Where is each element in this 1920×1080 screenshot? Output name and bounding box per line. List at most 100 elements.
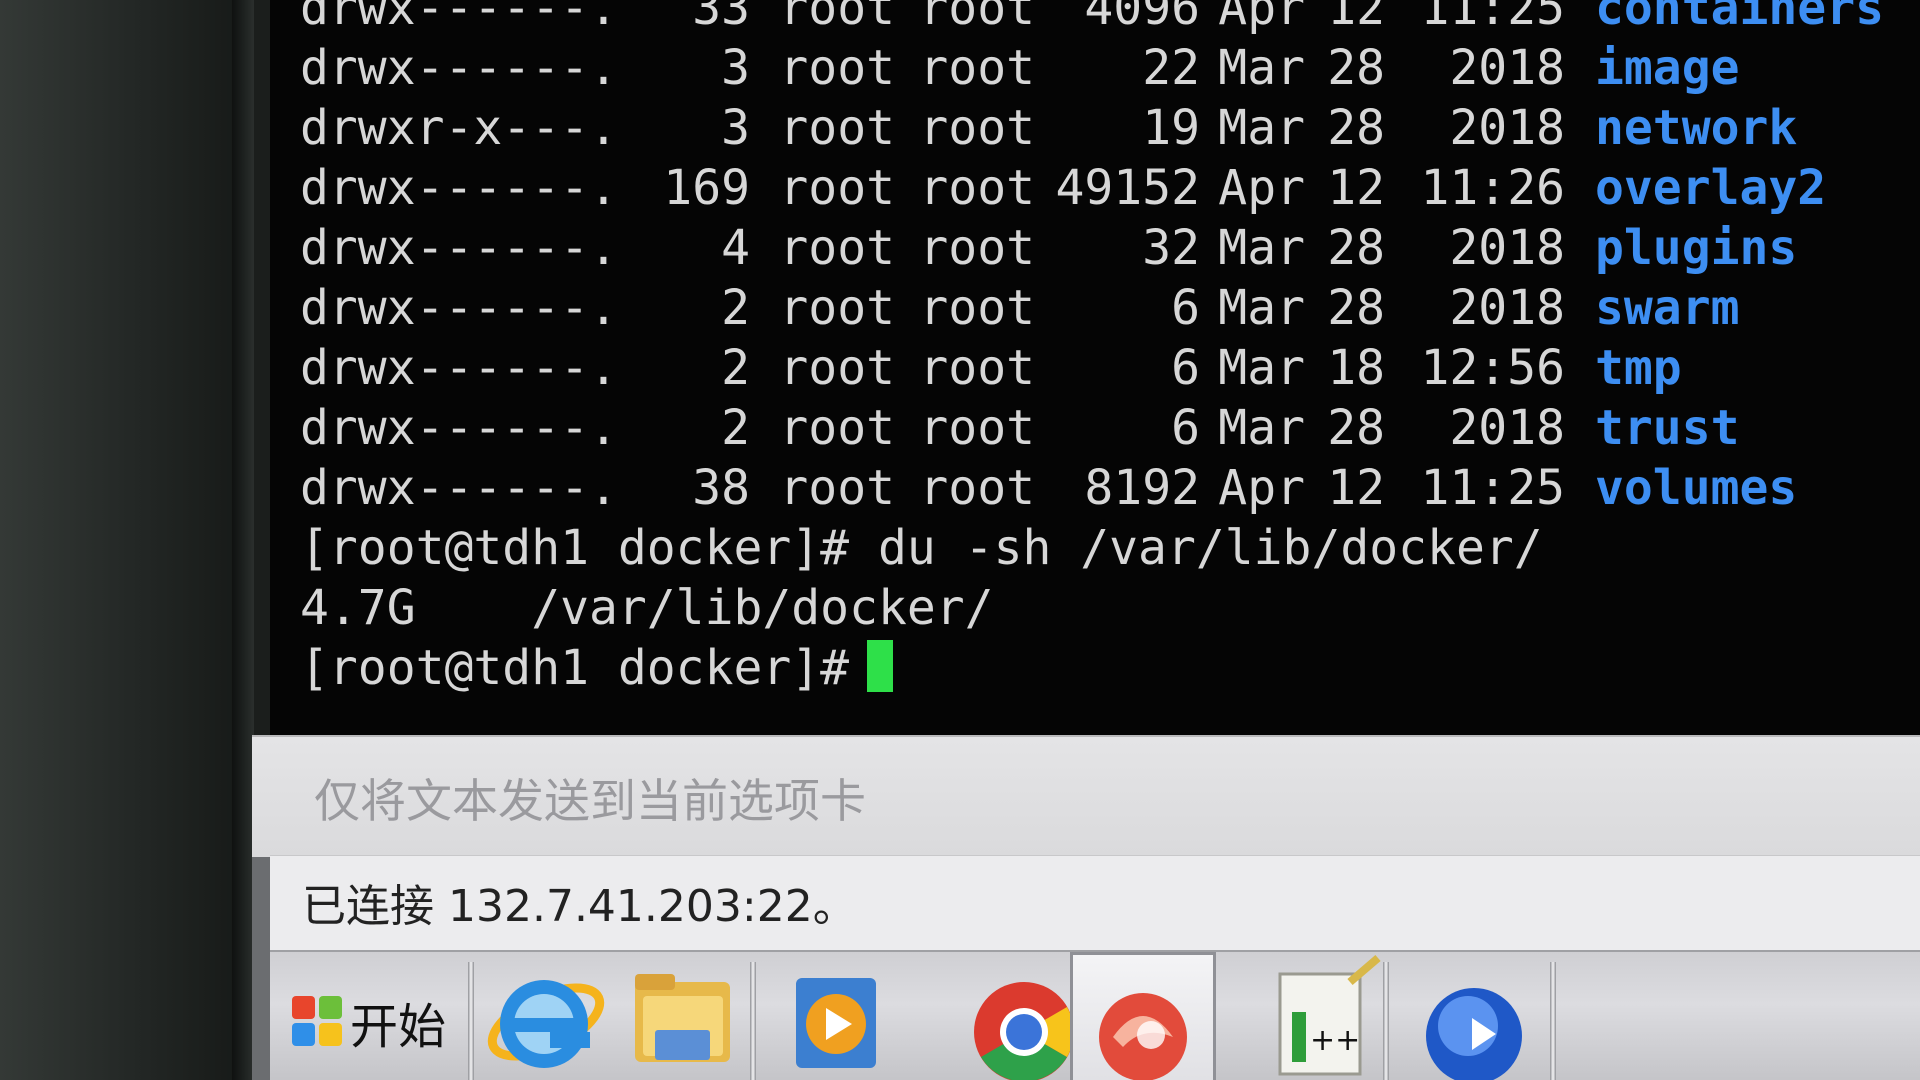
month: Mar [1218,40,1305,96]
directory-name: overlay2 [1595,160,1827,216]
prompt-text: [root@tdh1 docker]# [300,640,850,696]
permissions: drwx------. [300,400,618,456]
file-size: 49152 [1055,160,1201,216]
owner: root [779,220,895,276]
permissions: drwx------. [300,40,618,96]
day: 28 [1327,280,1385,336]
terminal-output: drwx------. 33 root root 4096 Apr 12 11:25 conta… [300,0,1884,698]
connection-status: 已连接 132.7.41.203:22。 [302,881,857,932]
text-cursor [867,640,894,692]
owner: root [779,460,895,516]
directory-name: trust [1595,400,1740,456]
permissions: drwxr-x---. [300,100,618,156]
monitor-bezel [0,0,250,1080]
month: Apr [1218,460,1305,516]
time-or-year: 11:25 [1420,0,1566,36]
link-count: 2 [721,400,750,456]
group: root [919,40,1035,96]
listing-row: drwx------. 2 root root 6 Mar 28 2018 trust [300,398,1884,458]
taskbar-separator [1550,962,1556,1080]
group: root [919,460,1035,516]
windows-flag-icon [292,996,344,1048]
link-count: 38 [692,460,750,516]
notepad-plus-plus-icon[interactable]: ++ [1260,952,1390,1080]
owner: root [779,100,895,156]
file-size: 6 [1171,280,1200,336]
command-output: 4.7G /var/lib/docker/ [300,580,994,636]
group: root [919,280,1035,336]
listing-row: drwx------. 2 root root 6 Mar 18 12:56 tmp [300,338,1884,398]
listing-row: drwx------. 4 root root 32 Mar 28 2018 plugins [300,218,1884,278]
prompt-line[interactable]: [root@tdh1 docker]# [300,638,1884,698]
monitor-bezel-edge [232,0,254,1080]
group: root [919,160,1035,216]
taskbar-separator [750,962,756,1080]
month: Apr [1218,0,1305,36]
permissions: drwx------. [300,220,618,276]
windows-media-center-icon[interactable] [1410,952,1540,1080]
owner: root [779,0,895,36]
file-size: 8192 [1084,460,1200,516]
media-player-icon[interactable] [770,952,900,1080]
link-count: 3 [721,100,750,156]
xshell-icon[interactable] [1070,952,1216,1080]
group: root [919,0,1035,36]
directory-name: containers [1595,0,1884,36]
link-count: 4 [721,220,750,276]
start-label: 开始 [350,999,447,1055]
directory-name: swarm [1595,280,1740,336]
owner: root [779,400,895,456]
permissions: drwx------. [300,160,618,216]
link-count: 3 [721,40,750,96]
file-explorer-icon[interactable] [615,952,745,1080]
permissions: drwx------. [300,280,618,336]
internet-explorer-icon[interactable] [480,952,610,1080]
file-size: 4096 [1084,0,1200,36]
listing-row: drwx------. 169 root root 49152 Apr 12 11:26 ove… [300,158,1884,218]
listing-row: drwx------. 3 root root 22 Mar 28 2018 image [300,38,1884,98]
time-or-year: 2018 [1449,40,1565,96]
time-or-year: 12:56 [1420,340,1566,396]
directory-name: volumes [1595,460,1798,516]
link-count: 33 [692,0,750,36]
listing-row: drwx------. 33 root root 4096 Apr 12 11:25 conta… [300,0,1884,38]
file-size: 6 [1171,340,1200,396]
file-size: 32 [1142,220,1200,276]
file-size: 19 [1142,100,1200,156]
owner: root [779,280,895,336]
month: Mar [1218,100,1305,156]
permissions: drwx------. [300,340,618,396]
file-size: 22 [1142,40,1200,96]
status-bar: 已连接 132.7.41.203:22。 [270,855,1920,951]
day: 28 [1327,40,1385,96]
owner: root [779,340,895,396]
group: root [919,100,1035,156]
day: 28 [1327,100,1385,156]
directory-name: plugins [1595,220,1798,276]
group: root [919,400,1035,456]
link-count: 2 [721,340,750,396]
time-or-year: 2018 [1449,220,1565,276]
permissions: drwx------. [300,0,618,36]
svg-text:++: ++ [1310,1023,1360,1058]
taskbar-separator [468,962,474,1080]
day: 18 [1327,340,1385,396]
time-or-year: 2018 [1449,400,1565,456]
month: Apr [1218,160,1305,216]
month: Mar [1218,400,1305,456]
send-text-input[interactable]: 仅将文本发送到当前选项卡 [314,765,866,831]
command-line: [root@tdh1 docker]# du -sh /var/lib/dock… [300,520,1543,576]
group: root [919,340,1035,396]
day: 12 [1327,160,1385,216]
start-button[interactable]: 开始 [292,982,452,1062]
listing-row: drwx------. 2 root root 6 Mar 28 2018 swarm [300,278,1884,338]
terminal-window[interactable]: drwx------. 33 root root 4096 Apr 12 11:25 conta… [270,0,1920,735]
send-text-bar[interactable]: 仅将文本发送到当前选项卡 [252,735,1920,857]
month: Mar [1218,220,1305,276]
time-or-year: 2018 [1449,280,1565,336]
listing-row: drwxr-x---. 3 root root 19 Mar 28 2018 network [300,98,1884,158]
day: 12 [1327,0,1385,36]
day: 12 [1327,460,1385,516]
month: Mar [1218,340,1305,396]
listing-row: drwx------. 38 root root 8192 Apr 12 11:25 volum… [300,458,1884,518]
